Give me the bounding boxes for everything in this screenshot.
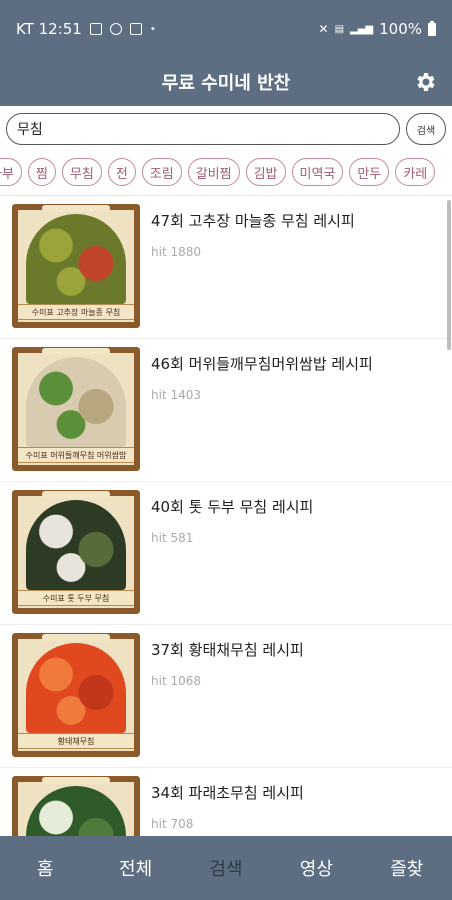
recipe-thumbnail: 수미표 톳 두부 무침: [12, 490, 140, 614]
category-chip[interactable]: 사부: [0, 158, 22, 186]
chip-track: 사부찜무침전조림갈비찜김밥미역국만두카레: [0, 158, 436, 186]
recipe-title: 34회 파래초무침 레시피: [151, 784, 304, 802]
dot-icon: •: [149, 23, 156, 35]
recipe-text: 46회 머위들깨무침머위쌈밥 레시피 hit 1403: [140, 347, 373, 481]
recipe-title: 47회 고추장 마늘종 무침 레시피: [151, 212, 355, 230]
lte-icon: ▤: [334, 23, 345, 35]
thumbnail-caption: 수미표 머위들깨무침 머위쌈밥: [18, 447, 134, 463]
recipe-list-item[interactable]: 파래초무침 34회 파래초무침 레시피 hit 708: [0, 768, 452, 836]
category-chip[interactable]: 카레: [395, 158, 436, 186]
recipe-list-item[interactable]: 황태채무침 37회 황태채무침 레시피 hit 1068: [0, 625, 452, 768]
status-carrier-time: KT 12:51: [16, 20, 82, 38]
scrollbar[interactable]: [447, 200, 451, 350]
search-input[interactable]: [6, 113, 400, 145]
settings-button[interactable]: [410, 66, 442, 98]
recipe-thumbnail: 수미표 고추장 마늘종 무침: [12, 204, 140, 328]
app-root: KT 12:51 • ✕ ▤ ▂▄▆ 100% 무료 수미네 반찬 검색 사부찜…: [0, 0, 452, 900]
recipe-hit-count: hit 708: [151, 817, 194, 831]
status-bar: KT 12:51 • ✕ ▤ ▂▄▆ 100%: [0, 0, 452, 58]
recipe-thumbnail: 황태채무침: [12, 633, 140, 757]
recipe-hit-count: hit 1403: [151, 388, 201, 402]
recipe-hit-count: hit 1880: [151, 245, 201, 259]
thumbnail-caption: 수미표 톳 두부 무침: [18, 590, 134, 606]
image-icon: [89, 23, 102, 35]
battery-text: 100%: [379, 20, 422, 38]
status-right: ✕ ▤ ▂▄▆ 100%: [319, 20, 436, 38]
category-chip[interactable]: 김밥: [245, 158, 286, 186]
recipe-list-item[interactable]: 수미표 머위들깨무침 머위쌈밥 46회 머위들깨무침머위쌈밥 레시피 hit 140…: [0, 339, 452, 482]
thumbnail-banner: [42, 634, 110, 641]
search-row: 검색: [0, 106, 452, 152]
category-chip-row[interactable]: 사부찜무침전조림갈비찜김밥미역국만두카레: [0, 152, 452, 194]
recipe-text: 40회 톳 두부 무침 레시피 hit 581: [140, 490, 313, 624]
thumbnail-banner: [42, 205, 110, 212]
thumbnail-frame: [12, 776, 140, 836]
category-chip[interactable]: 찜: [27, 158, 56, 186]
gear-icon: [417, 73, 435, 91]
category-chip[interactable]: 만두: [349, 158, 390, 186]
mute-icon: ✕: [318, 22, 329, 36]
nav-search[interactable]: 검색: [181, 855, 271, 881]
recipe-title: 46회 머위들깨무침머위쌈밥 레시피: [151, 355, 373, 373]
recipe-thumbnail: 파래초무침: [12, 776, 140, 836]
status-left: KT 12:51 •: [16, 20, 156, 38]
thumbnail-banner: [42, 491, 110, 498]
recipe-text: 37회 황태채무침 레시피 hit 1068: [140, 633, 304, 767]
battery-icon: [428, 20, 436, 36]
thumbnail-caption: 황태채무침: [18, 733, 134, 749]
recipe-list-item[interactable]: 수미표 고추장 마늘종 무침 47회 고추장 마늘종 무침 레시피 hit 1880: [0, 196, 452, 339]
thumbnail-banner: [42, 348, 110, 355]
recipe-list[interactable]: 수미표 고추장 마늘종 무침 47회 고추장 마늘종 무침 레시피 hit 1880…: [0, 196, 452, 836]
category-chip[interactable]: 조림: [141, 158, 182, 186]
nav-favorites[interactable]: 즐찾: [362, 855, 452, 881]
app-title: 무료 수미네 반찬: [161, 73, 291, 94]
recipe-thumbnail: 수미표 머위들깨무침 머위쌈밥: [12, 347, 140, 471]
category-chip[interactable]: 갈비찜: [187, 158, 240, 186]
thumbnail-caption: 수미표 고추장 마늘종 무침: [18, 304, 134, 320]
thumbnail-banner: [42, 777, 110, 784]
bottom-nav: 홈 전체 검색 영상 즐찾: [0, 836, 452, 900]
nav-home[interactable]: 홈: [0, 855, 90, 881]
category-chip[interactable]: 미역국: [291, 158, 344, 186]
recipe-text: 47회 고추장 마늘종 무침 레시피 hit 1880: [140, 204, 355, 338]
recipe-list-item[interactable]: 수미표 톳 두부 무침 40회 톳 두부 무침 레시피 hit 581: [0, 482, 452, 625]
category-chip[interactable]: 전: [107, 158, 136, 186]
category-chip[interactable]: 무침: [61, 158, 102, 186]
nav-all[interactable]: 전체: [91, 855, 181, 881]
recipe-text: 34회 파래초무침 레시피 hit 708: [140, 776, 304, 836]
sim-icon: [129, 23, 142, 35]
signal-icon: ▂▄▆: [350, 23, 374, 35]
recipe-title: 40회 톳 두부 무침 레시피: [151, 498, 314, 516]
nav-video[interactable]: 영상: [271, 855, 361, 881]
recipe-hit-count: hit 1068: [151, 674, 201, 688]
recipe-hit-count: hit 581: [151, 531, 194, 545]
call-icon: [109, 23, 122, 35]
app-bar: 무료 수미네 반찬: [0, 58, 452, 106]
recipe-title: 37회 황태채무침 레시피: [151, 641, 304, 659]
search-button[interactable]: 검색: [406, 113, 446, 145]
